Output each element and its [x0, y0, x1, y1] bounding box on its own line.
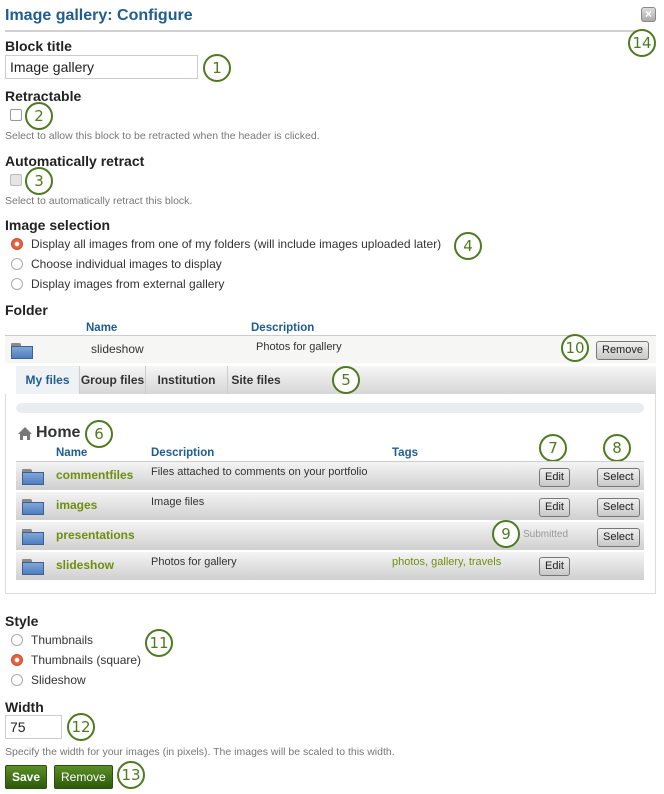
callout-1: 1: [203, 54, 231, 82]
table-row: presentations Submitted Select: [16, 522, 644, 550]
width-label: Width: [5, 699, 44, 715]
style-option-thumbnails[interactable]: Thumbnails: [11, 633, 93, 647]
option-label: Display all images from one of my folder…: [31, 237, 442, 251]
folder-description: Files attached to comments on your portf…: [151, 466, 368, 478]
radio-unselected[interactable]: [11, 674, 23, 686]
folder-name-link[interactable]: slideshow: [56, 558, 114, 572]
retractable-label: Retractable: [5, 88, 82, 104]
remove-block-button[interactable]: Remove: [54, 765, 113, 789]
tab-institution-files[interactable]: Institution files: [146, 366, 228, 415]
image-selection-option-folder[interactable]: Display all images from one of my folder…: [11, 237, 441, 251]
edit-button[interactable]: Edit: [539, 498, 570, 517]
table-row: images Image files Edit Select: [16, 492, 644, 520]
folder-description: Image files: [151, 496, 205, 508]
option-label: Choose individual images to display: [31, 257, 222, 271]
callout-5: 5: [332, 366, 360, 394]
tab-group-files[interactable]: Group files: [80, 366, 146, 394]
folder-icon: [22, 499, 44, 515]
remove-folder-button[interactable]: Remove: [596, 341, 649, 360]
block-title-label: Block title: [5, 38, 72, 54]
radio-selected[interactable]: [11, 654, 23, 666]
radio-unselected[interactable]: [11, 278, 23, 290]
edit-button[interactable]: Edit: [539, 468, 570, 487]
folder-name-link[interactable]: images: [56, 498, 97, 512]
auto-retract-checkbox[interactable]: [10, 174, 22, 186]
edit-button[interactable]: Edit: [539, 557, 570, 576]
callout-10: 10: [561, 334, 589, 362]
callout-11: 11: [145, 629, 173, 657]
callout-4: 4: [454, 232, 482, 260]
style-option-thumbnails-square[interactable]: Thumbnails (square): [11, 653, 141, 667]
image-selection-option-individual[interactable]: Choose individual images to display: [11, 257, 222, 271]
close-icon[interactable]: ×: [641, 7, 656, 22]
selected-folder-row: slideshow Photos for gallery Remove: [5, 335, 656, 363]
title-divider: [5, 30, 641, 32]
breadcrumb-home[interactable]: Home: [36, 424, 80, 442]
callout-6: 6: [85, 420, 113, 448]
width-input[interactable]: [5, 715, 62, 739]
folder-icon: [22, 469, 44, 485]
browser-col-description: Description: [151, 447, 215, 459]
home-icon[interactable]: [17, 426, 33, 440]
callout-12: 12: [67, 713, 95, 741]
table-row: slideshow Photos for gallery photos, gal…: [16, 552, 644, 580]
folder-icon: [11, 343, 33, 359]
option-label: Thumbnails (square): [31, 653, 142, 667]
page-title: Image gallery: Configure: [5, 7, 193, 24]
upload-progress-bar: [16, 403, 644, 413]
save-button[interactable]: Save: [5, 765, 48, 789]
browser-col-tags: Tags: [392, 447, 418, 459]
folder-icon: [22, 559, 44, 575]
width-description: Specify the width for your images (in pi…: [5, 746, 395, 758]
style-label: Style: [5, 613, 39, 629]
callout-9: 9: [492, 520, 520, 548]
submitted-status: Submitted: [523, 529, 569, 540]
tab-my-files[interactable]: My files: [16, 366, 80, 394]
folder-name-link[interactable]: commentfiles: [56, 468, 133, 482]
callout-14: 14: [628, 29, 656, 57]
table-row: commentfiles Files attached to comments …: [16, 462, 644, 490]
breadcrumb: Home: [17, 424, 80, 442]
radio-selected[interactable]: [11, 238, 23, 250]
select-button[interactable]: Select: [597, 528, 640, 547]
selected-folder-name: slideshow: [91, 342, 144, 356]
tab-site-files[interactable]: Site files: [228, 366, 284, 394]
selected-folder-description: Photos for gallery: [256, 341, 342, 353]
select-button[interactable]: Select: [597, 468, 640, 487]
callout-8: 8: [603, 434, 631, 462]
folder-description: Photos for gallery: [151, 556, 237, 568]
callout-13: 13: [117, 761, 145, 789]
option-label: Slideshow: [31, 673, 86, 687]
retractable-checkbox[interactable]: [10, 109, 22, 121]
auto-retract-description: Select to automatically retract this blo…: [5, 195, 193, 207]
style-option-slideshow[interactable]: Slideshow: [11, 673, 86, 687]
folder-col-description: Description: [251, 322, 315, 334]
callout-7: 7: [539, 434, 567, 462]
image-selection-option-external[interactable]: Display images from external gallery: [11, 277, 224, 291]
folder-icon: [22, 529, 44, 545]
callout-3: 3: [25, 167, 53, 195]
folder-col-name: Name: [86, 322, 118, 334]
callout-2: 2: [25, 102, 53, 130]
folder-tags[interactable]: photos, gallery, travels: [392, 556, 501, 568]
folder-label: Folder: [5, 302, 48, 318]
option-label: Thumbnails: [31, 633, 94, 647]
auto-retract-label: Automatically retract: [5, 153, 145, 169]
folder-name-link[interactable]: presentations: [56, 528, 135, 542]
retractable-description: Select to allow this block to be retract…: [5, 130, 320, 142]
browser-col-name: Name: [56, 447, 88, 459]
radio-unselected[interactable]: [11, 634, 23, 646]
option-label: Display images from external gallery: [31, 277, 225, 291]
radio-unselected[interactable]: [11, 258, 23, 270]
block-title-input[interactable]: [5, 55, 198, 79]
select-button[interactable]: Select: [597, 498, 640, 517]
image-selection-label: Image selection: [5, 217, 111, 233]
